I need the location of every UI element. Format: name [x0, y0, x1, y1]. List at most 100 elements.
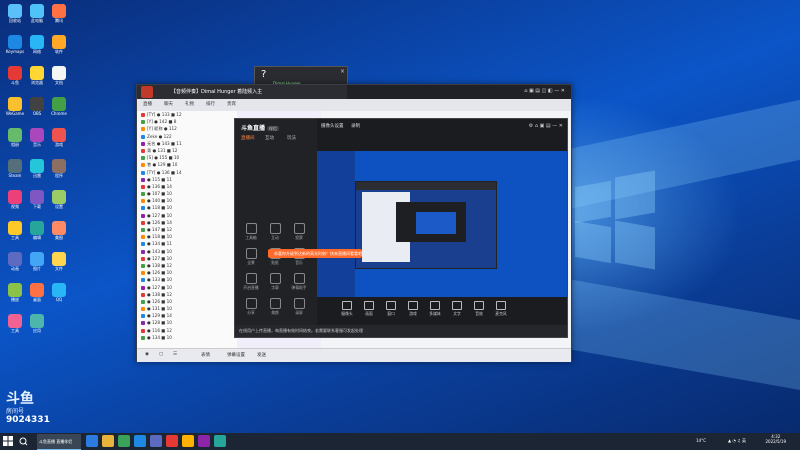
list-item[interactable]: ● 143 ■ 10	[137, 248, 237, 255]
list-item[interactable]: ● 107 ■ 10	[137, 190, 237, 197]
desktop-icon[interactable]: Steam	[4, 159, 26, 185]
list-item[interactable]: ● 133 ■ 10	[137, 276, 237, 283]
source-button[interactable]: 多媒体	[425, 301, 445, 317]
tab-chat[interactable]: 聊天	[158, 99, 179, 111]
tray-icons[interactable]: ▲ ◔ ♫ 英	[728, 438, 746, 444]
desktop-icon[interactable]: 软件	[48, 35, 70, 61]
desktop-icon[interactable]: 斗鱼	[4, 66, 26, 92]
tool-button[interactable]: 弹幕助手	[291, 273, 307, 291]
desktop-icon[interactable]: 图片	[26, 252, 48, 278]
tool-button[interactable]: 开启直播	[243, 273, 259, 291]
list-item[interactable]: ● 126 ■ 10	[137, 269, 237, 276]
tool-button[interactable]: 字幕	[267, 273, 283, 291]
desktop-icon[interactable]: 设置	[48, 190, 70, 216]
stream-preview[interactable]	[317, 151, 567, 297]
tool-button[interactable]: 互动	[267, 223, 283, 241]
desktop-icon[interactable]: 腾讯	[48, 4, 70, 30]
list-item[interactable]: ● 134 ■ 10	[137, 334, 237, 341]
taskbar-app-icon[interactable]	[182, 435, 194, 447]
desktop-icon[interactable]: OBS	[26, 97, 48, 123]
emoji-button[interactable]: 表情	[201, 352, 210, 358]
desktop-icon[interactable]: 播放	[4, 283, 26, 309]
taskbar-app-icon[interactable]	[166, 435, 178, 447]
list-item[interactable]: ● 138 ■ 12	[137, 262, 237, 269]
desktop-icon[interactable]: QQ	[48, 283, 70, 309]
danmaku-settings-button[interactable]: 弹幕设置	[227, 352, 245, 358]
list-item[interactable]: ● 138 ■ 12	[137, 291, 237, 298]
desktop-icon[interactable]: 程序	[48, 159, 70, 185]
toolbar-icons[interactable]: ⌂ ▣ ▤ ◫ ◧ — ✕	[524, 88, 565, 94]
list-item[interactable]: [TY] ● 136 ■ 14	[137, 169, 237, 176]
tab-live[interactable]: 直播	[137, 99, 158, 111]
viewer-list[interactable]: [TY] ● 133 ■ 12 [Y] ● 142 ■ 8 [Y] 昵称 ● 112…	[137, 111, 238, 348]
tab-record[interactable]: 录制	[351, 123, 360, 129]
taskbar-explorer-icon[interactable]	[86, 435, 98, 447]
desktop-icon[interactable]: 网络	[26, 35, 48, 61]
taskbar-app-icon[interactable]	[198, 435, 210, 447]
list-item[interactable]: ● 127 ■ 10	[137, 255, 237, 262]
tab-gifts[interactable]: 礼物	[179, 99, 200, 111]
source-button[interactable]: 游戏	[403, 301, 423, 317]
tool-button[interactable]: 全景	[243, 248, 259, 266]
desktop-icon[interactable]: 桌面	[26, 283, 48, 309]
tab-interaction[interactable]: 互动	[265, 135, 274, 141]
list-item[interactable]: Zeke ● 122	[137, 133, 237, 140]
desktop-icon[interactable]: 浏览器	[26, 66, 48, 92]
desktop-icon[interactable]: 视频	[4, 190, 26, 216]
menu-icon[interactable]: ☰	[173, 352, 177, 357]
list-item[interactable]: ● 118 ■ 10	[137, 233, 237, 240]
tab-vip[interactable]: 贵宾	[221, 99, 242, 111]
source-button[interactable]: 文字	[447, 301, 467, 317]
desktop-icon[interactable]: Chrome	[48, 97, 70, 123]
desktop-icon[interactable]: 工具	[4, 221, 26, 247]
desktop-icon[interactable]: 美图	[48, 221, 70, 247]
notification-banner[interactable]: 恭喜你升级到达新的高光时刻！快来直播间看看吧	[268, 249, 362, 258]
tool-button[interactable]: 美颜	[267, 298, 283, 316]
desktop-icon[interactable]: 文件	[48, 252, 70, 278]
source-button[interactable]: 窗口	[381, 301, 401, 317]
list-item[interactable]: ● 129 ■ 14	[137, 312, 237, 319]
desktop-icon[interactable]: Keymaps	[4, 35, 26, 61]
send-button[interactable]: 发送	[257, 352, 266, 358]
source-button[interactable]: 音效	[469, 301, 489, 317]
tool-button[interactable]: 投票	[291, 223, 307, 241]
desktop-icon[interactable]: 音乐	[26, 128, 48, 154]
list-item[interactable]: ● 118 ■ 10	[137, 204, 237, 211]
list-item[interactable]: ● 128 ■ 10	[137, 319, 237, 326]
desktop-icon[interactable]: 迅雷	[26, 159, 48, 185]
start-icon[interactable]	[2, 435, 14, 447]
desktop-icon[interactable]: 文档	[48, 66, 70, 92]
close-icon[interactable]: ×	[340, 68, 345, 75]
desktop-icon[interactable]: 动画	[4, 252, 26, 278]
taskbar-folder-icon[interactable]	[102, 435, 114, 447]
taskbar-active-app[interactable]: 斗鱼直播 直播伴侣	[37, 434, 81, 450]
taskbar-chrome-icon[interactable]	[118, 435, 130, 447]
source-button[interactable]: 麦克风	[491, 301, 511, 317]
list-item[interactable]: ● 131 ■ 10	[137, 305, 237, 312]
desktop-icon[interactable]: 下载	[26, 190, 48, 216]
tool-button[interactable]: 录屏	[291, 298, 307, 316]
source-button[interactable]: 画面	[359, 301, 379, 317]
list-item[interactable]: 青 ● 131 ■ 12	[137, 147, 237, 154]
tab-rank[interactable]: 排行	[200, 99, 221, 111]
list-item[interactable]: ● 115 ■ 11	[137, 176, 237, 183]
tab-camera-settings[interactable]: 摄像头设置	[321, 123, 344, 129]
list-item[interactable]: [TY] ● 133 ■ 12	[137, 111, 237, 118]
desktop-icon[interactable]: 编辑	[26, 221, 48, 247]
screen-icon[interactable]: ▢	[159, 352, 163, 357]
list-item[interactable]: ● 126 ■ 14	[137, 219, 237, 226]
taskbar-app-icon[interactable]	[214, 435, 226, 447]
list-item[interactable]: ● 126 ■ 10	[137, 298, 237, 305]
list-item[interactable]: 无名 ● 143 ■ 11	[137, 140, 237, 147]
weather-temp[interactable]: 14°C	[696, 438, 706, 443]
mic-icon[interactable]: ◉	[145, 352, 149, 357]
desktop-icon[interactable]: 相册	[4, 128, 26, 154]
list-item[interactable]: ● 136 ■ 14	[137, 183, 237, 190]
search-icon[interactable]	[16, 436, 32, 447]
tab-play[interactable]: 玩法	[287, 135, 296, 141]
list-item[interactable]: ● 147 ■ 12	[137, 226, 237, 233]
list-item[interactable]: ● 127 ■ 10	[137, 212, 237, 219]
tab-live-room[interactable]: 直播间	[241, 135, 255, 141]
clock[interactable]: 4:32 2022/5/19	[765, 434, 786, 444]
desktop-icon[interactable]: 回收站	[4, 4, 26, 30]
